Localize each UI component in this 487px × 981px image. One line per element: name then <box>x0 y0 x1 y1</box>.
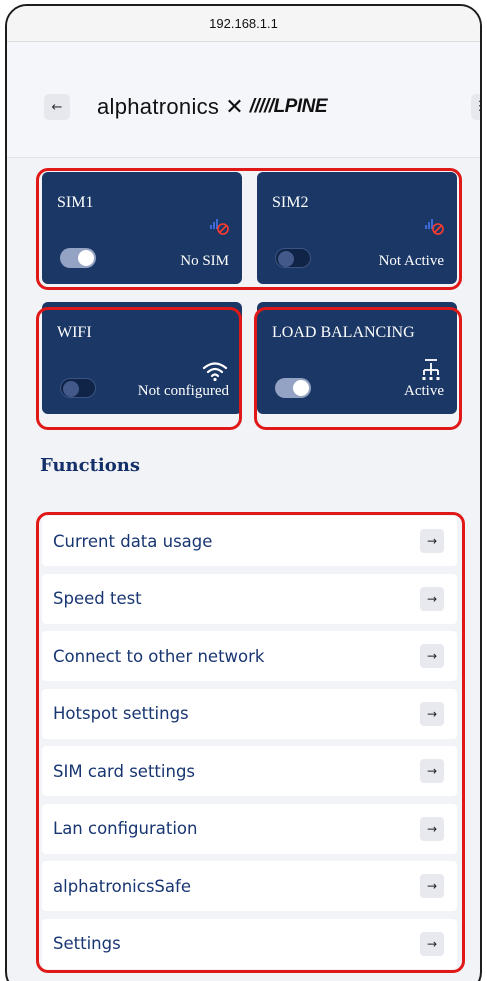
menu-button[interactable]: ☰ <box>471 94 480 120</box>
logo-alpine: /////LPINE <box>249 96 328 117</box>
highlight-wifi-tile <box>36 307 242 430</box>
arrow-right-icon[interactable]: → <box>420 759 444 783</box>
function-label: Hotspot settings <box>53 704 189 723</box>
function-hotspot-settings[interactable]: Hotspot settings → <box>42 688 457 739</box>
function-label: SIM card settings <box>53 761 196 781</box>
function-connect-other-network[interactable]: Connect to other network → <box>42 631 457 681</box>
arrow-right-icon[interactable]: → <box>420 816 444 841</box>
address-bar[interactable]: 192.168.1.1 <box>7 6 480 42</box>
function-label: Speed test <box>53 589 142 608</box>
brand-logo: alphatronics ✕ /////LPINE <box>97 92 328 122</box>
arrow-right-icon[interactable]: → <box>420 586 444 611</box>
function-lan-configuration[interactable]: Lan configuration → <box>42 803 457 854</box>
function-label: Settings <box>53 934 121 953</box>
function-label: Connect to other network <box>53 646 265 666</box>
logo-separator: ✕ <box>225 94 244 120</box>
app-header: ← alphatronics ✕ /////LPINE ☰ <box>7 42 480 158</box>
arrow-right-icon[interactable]: → <box>420 644 444 668</box>
arrow-right-icon[interactable]: → <box>420 874 444 898</box>
url-text: 192.168.1.1 <box>209 16 278 31</box>
function-label: Current data usage <box>53 531 213 551</box>
function-alphatronics-safe[interactable]: alphatronicsSafe → <box>42 861 457 911</box>
function-label: Lan configuration <box>53 819 198 838</box>
arrow-right-icon[interactable]: → <box>420 701 444 726</box>
highlight-sim-tiles <box>36 168 462 290</box>
functions-list: Current data usage → Speed test → Connec… <box>42 516 457 976</box>
arrow-right-icon[interactable]: → <box>420 529 444 553</box>
back-button[interactable]: ← <box>44 94 70 120</box>
function-settings[interactable]: Settings → <box>42 918 457 969</box>
logo-alphatronics: alphatronics <box>97 94 220 119</box>
function-current-data-usage[interactable]: Current data usage → <box>42 516 457 566</box>
highlight-load-balancing-tile <box>254 307 462 430</box>
arrow-right-icon[interactable]: → <box>420 931 444 956</box>
function-sim-card-settings[interactable]: SIM card settings → <box>42 746 457 796</box>
functions-heading: Functions <box>40 455 140 476</box>
function-speed-test[interactable]: Speed test → <box>42 573 457 624</box>
function-label: alphatronicsSafe <box>53 876 191 896</box>
